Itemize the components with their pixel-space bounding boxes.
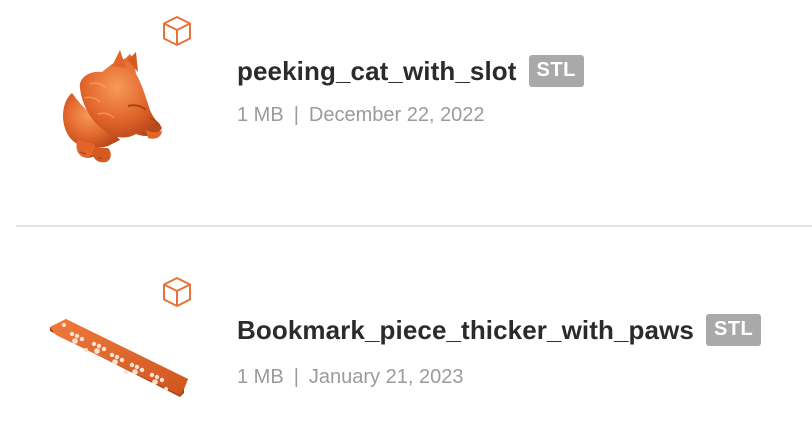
cube-icon bbox=[163, 277, 191, 307]
cat-model-thumbnail[interactable] bbox=[50, 48, 170, 173]
file-name[interactable]: Bookmark_piece_thicker_with_paws bbox=[237, 315, 694, 346]
file-name-row: peeking_cat_with_slot STL bbox=[237, 55, 584, 87]
meta-separator: | bbox=[293, 366, 299, 388]
file-name-row: Bookmark_piece_thicker_with_paws STL bbox=[237, 314, 762, 346]
file-date: December 22, 2022 bbox=[308, 104, 485, 126]
meta-separator: | bbox=[293, 104, 299, 126]
cube-icon bbox=[163, 16, 191, 46]
file-type-badge: STL bbox=[705, 314, 762, 346]
file-meta: 1 MB | January 21, 2023 bbox=[237, 366, 463, 389]
file-type-badge: STL bbox=[528, 55, 584, 87]
file-item[interactable]: peeking_cat_with_slot STL 1 MB | December … bbox=[0, 0, 812, 226]
file-meta: 1 MB | December 22, 2022 bbox=[237, 104, 485, 127]
file-item[interactable]: Bookmark_piece_thicker_with_paws STL 1 M… bbox=[0, 227, 812, 444]
file-date: January 21, 2023 bbox=[308, 366, 464, 388]
file-name[interactable]: peeking_cat_with_slot bbox=[237, 56, 517, 87]
file-size: 1 MB bbox=[237, 104, 284, 126]
file-list: peeking_cat_with_slot STL 1 MB | December … bbox=[0, 0, 812, 444]
bookmark-model-thumbnail[interactable] bbox=[42, 317, 192, 412]
file-size: 1 MB bbox=[237, 366, 284, 388]
